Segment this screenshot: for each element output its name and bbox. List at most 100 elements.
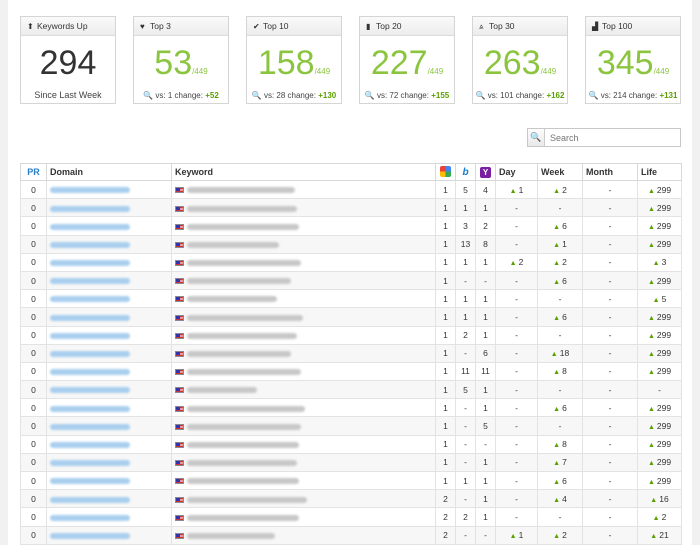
blurred-domain-link[interactable] [50, 187, 130, 194]
arrow-up-icon: ▲ [647, 460, 655, 468]
cell-week: ▲ 2 [537, 525, 583, 545]
cell-domain[interactable] [46, 198, 172, 218]
table-row[interactable]: 0 1 1 1 - - - ▲ 5 [20, 289, 682, 309]
table-row[interactable]: 0 1 - - - ▲ 6 - ▲ 299 [20, 270, 682, 291]
card-footer: 🔍 vs: 214 change: +131 [586, 91, 680, 100]
blurred-domain-link[interactable] [50, 332, 130, 339]
blurred-domain-link[interactable] [50, 532, 130, 539]
col-header-week[interactable]: Week [537, 163, 583, 181]
table-row[interactable]: 0 2 - - ▲ 1 ▲ 2 - ▲ 21 [20, 525, 682, 545]
cell-value: 299 [656, 330, 672, 341]
cell-domain[interactable] [46, 270, 172, 291]
cell-domain[interactable] [46, 289, 172, 309]
cell-domain[interactable] [46, 452, 172, 473]
col-header-domain[interactable]: Domain [46, 163, 172, 181]
cell-yahoo: 1 [475, 198, 496, 218]
blurred-domain-link[interactable] [50, 314, 130, 321]
card-title: ▮ Top 20 [360, 17, 454, 36]
cell-day: - [495, 289, 538, 309]
blurred-domain-link[interactable] [50, 405, 130, 412]
cell-domain[interactable] [46, 489, 172, 509]
cell-domain[interactable] [46, 325, 172, 345]
col-header-yahoo[interactable]: Y [475, 163, 496, 181]
table-row[interactable]: 0 1 1 1 ▲ 2 ▲ 2 - ▲ 3 [20, 252, 682, 272]
arrow-up-icon: ▲ [647, 405, 655, 413]
blurred-domain-link[interactable] [50, 387, 130, 394]
table-row[interactable]: 0 1 - 5 - - - ▲ 299 [20, 416, 682, 436]
card-value-number: 263 [483, 44, 541, 82]
table-row[interactable]: 0 1 3 2 - ▲ 6 - ▲ 299 [20, 216, 682, 236]
cell-domain[interactable] [46, 380, 172, 400]
cell-value: - [515, 311, 518, 322]
cell-day: - [495, 470, 538, 491]
cell-domain[interactable] [46, 434, 172, 454]
us-flag-icon [175, 532, 184, 539]
table-row[interactable]: 0 1 - 1 - ▲ 6 - ▲ 299 [20, 398, 682, 418]
blurred-keyword [187, 241, 279, 248]
cell-google: 1 [435, 416, 456, 436]
cell-domain[interactable] [46, 252, 172, 272]
blurred-domain-link[interactable] [50, 423, 130, 430]
cell-week: ▲ 7 [537, 452, 583, 473]
table-row[interactable]: 0 2 2 1 - - - ▲ 2 [20, 507, 682, 527]
blurred-domain-link[interactable] [50, 296, 130, 303]
us-flag-icon [175, 460, 184, 467]
blurred-domain-link[interactable] [50, 441, 130, 448]
table-row[interactable]: 0 1 - 1 - ▲ 7 - ▲ 299 [20, 452, 682, 473]
arrow-up-icon: ▲ [647, 205, 655, 213]
col-header-bing[interactable]: b [455, 163, 476, 181]
table-row[interactable]: 0 1 1 1 - ▲ 6 - ▲ 299 [20, 307, 682, 327]
cell-domain[interactable] [46, 216, 172, 236]
blurred-domain-link[interactable] [50, 260, 130, 267]
blurred-domain-link[interactable] [50, 496, 130, 503]
blurred-domain-link[interactable] [50, 369, 130, 376]
blurred-domain-link[interactable] [50, 514, 130, 521]
blurred-domain-link[interactable] [50, 205, 130, 212]
table-row[interactable]: 0 1 5 4 ▲ 1 ▲ 2 - ▲ 299 [20, 179, 682, 200]
col-header-month[interactable]: Month [582, 163, 638, 181]
table-row[interactable]: 0 1 5 1 - - - - [20, 380, 682, 400]
cell-life: ▲ 16 [637, 489, 682, 509]
col-header-life[interactable]: Life [637, 163, 682, 181]
cell-pr: 0 [20, 252, 47, 272]
col-header-google[interactable] [435, 163, 456, 181]
table-row[interactable]: 0 1 1 1 - - - ▲ 299 [20, 198, 682, 218]
col-header-day[interactable]: Day [495, 163, 538, 181]
cell-domain[interactable] [46, 525, 172, 545]
cell-domain[interactable] [46, 470, 172, 491]
signal-bars-icon: ▟ [592, 22, 599, 31]
blurred-domain-link[interactable] [50, 460, 130, 467]
cell-domain[interactable] [46, 179, 172, 200]
col-header-keyword[interactable]: Keyword [171, 163, 436, 181]
cell-month: - [582, 452, 638, 473]
table-row[interactable]: 0 1 - - - ▲ 8 - ▲ 299 [20, 434, 682, 454]
table-row[interactable]: 0 1 2 1 - - - ▲ 299 [20, 325, 682, 345]
search-input[interactable] [545, 129, 680, 146]
cell-domain[interactable] [46, 416, 172, 436]
col-header-pr[interactable]: PR [20, 163, 47, 181]
blurred-domain-link[interactable] [50, 478, 130, 485]
cell-yahoo: 8 [475, 234, 496, 254]
cell-week: ▲ 8 [537, 434, 583, 454]
table-row[interactable]: 0 1 13 8 - ▲ 1 - ▲ 299 [20, 234, 682, 254]
cell-domain[interactable] [46, 361, 172, 382]
table-row[interactable]: 0 1 11 11 - ▲ 8 - ▲ 299 [20, 361, 682, 382]
table-row[interactable]: 0 1 - 6 - ▲ 18 - ▲ 299 [20, 343, 682, 363]
blurred-domain-link[interactable] [50, 278, 130, 285]
blurred-domain-link[interactable] [50, 351, 130, 358]
us-flag-icon [175, 241, 184, 248]
cell-value: - [558, 384, 562, 395]
card-title-text: Top 30 [489, 21, 515, 31]
table-row[interactable]: 0 2 - 1 - ▲ 4 - ▲ 16 [20, 489, 682, 509]
cell-domain[interactable] [46, 507, 172, 527]
cell-domain[interactable] [46, 307, 172, 327]
cell-domain[interactable] [46, 398, 172, 418]
cell-domain[interactable] [46, 234, 172, 254]
blurred-domain-link[interactable] [50, 241, 130, 248]
cell-yahoo: 1 [475, 380, 496, 400]
search-button[interactable]: 🔍 [528, 129, 545, 146]
cell-value: 21 [659, 530, 669, 541]
blurred-domain-link[interactable] [50, 223, 130, 230]
table-row[interactable]: 0 1 1 1 - ▲ 6 - ▲ 299 [20, 470, 682, 491]
cell-domain[interactable] [46, 343, 172, 363]
